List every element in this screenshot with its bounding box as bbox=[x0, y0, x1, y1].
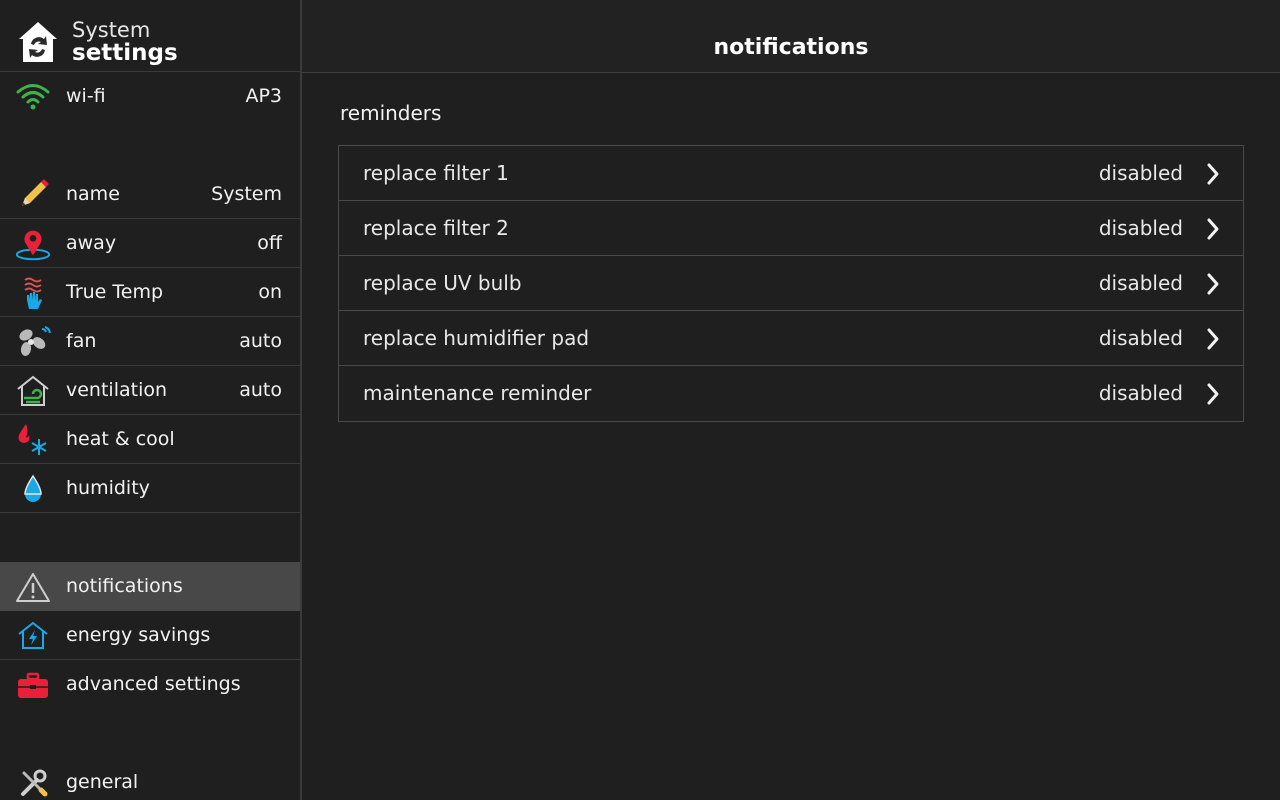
sidebar-item-value: System bbox=[211, 183, 282, 205]
toolbox-icon bbox=[14, 668, 52, 702]
section-title: reminders bbox=[340, 101, 442, 125]
sidebar-item-value: on bbox=[258, 281, 282, 303]
sidebar-item-name[interactable]: name System bbox=[0, 170, 300, 219]
sidebar-item-label: humidity bbox=[66, 477, 150, 499]
sidebar-item-ventilation[interactable]: ventilation auto bbox=[0, 366, 300, 415]
sidebar-item-label: True Temp bbox=[66, 281, 164, 303]
chevron-right-icon bbox=[1207, 273, 1219, 295]
tools-icon bbox=[14, 766, 52, 800]
sidebar-item-wifi[interactable]: wi-fi AP3 bbox=[0, 72, 300, 121]
sidebar-item-value: auto bbox=[239, 379, 282, 401]
chevron-right-icon bbox=[1207, 383, 1219, 405]
sidebar-item-label: fan bbox=[66, 330, 97, 352]
sidebar-item-label: energy savings bbox=[66, 624, 211, 646]
house-bolt-icon bbox=[14, 619, 52, 653]
fan-icon bbox=[14, 325, 52, 359]
sidebar-item-label: name bbox=[66, 183, 120, 205]
main-panel: notifications reminders replace filter 1… bbox=[302, 0, 1280, 800]
sidebar: System settings wi-fi AP3 name System aw… bbox=[0, 0, 300, 800]
sidebar-item-value: off bbox=[257, 232, 282, 254]
sidebar-item-value: AP3 bbox=[245, 85, 282, 107]
sidebar-item-humidity[interactable]: humidity bbox=[0, 464, 300, 513]
reminders-list: replace filter 1 disabled replace filter… bbox=[338, 145, 1244, 422]
pencil-icon bbox=[14, 178, 52, 212]
reminder-label: replace filter 1 bbox=[363, 161, 509, 185]
reminder-status: disabled bbox=[1098, 271, 1183, 295]
hand-heat-icon bbox=[14, 276, 52, 310]
sidebar-item-label: away bbox=[66, 232, 117, 254]
water-drop-icon bbox=[14, 472, 52, 506]
chevron-right-icon bbox=[1207, 163, 1219, 185]
sidebar-item-notifications[interactable]: notifications bbox=[0, 562, 300, 611]
wifi-icon bbox=[14, 80, 52, 114]
sidebar-item-energy-savings[interactable]: energy savings bbox=[0, 611, 300, 660]
sidebar-item-label: wi-fi bbox=[66, 85, 106, 107]
chevron-right-icon bbox=[1207, 328, 1219, 350]
reminder-label: replace UV bulb bbox=[363, 271, 522, 295]
sidebar-item-truetemp[interactable]: True Temp on bbox=[0, 268, 300, 317]
reminder-row-filter-2[interactable]: replace filter 2 disabled bbox=[339, 201, 1243, 256]
sidebar-item-label: heat & cool bbox=[66, 428, 175, 450]
sidebar-item-away[interactable]: away off bbox=[0, 219, 300, 268]
reminder-row-filter-1[interactable]: replace filter 1 disabled bbox=[339, 146, 1243, 201]
sidebar-item-value: auto bbox=[239, 330, 282, 352]
reminder-label: replace filter 2 bbox=[363, 216, 509, 240]
reminder-row-humidifier-pad[interactable]: replace humidifier pad disabled bbox=[339, 311, 1243, 366]
sidebar-item-label: ventilation bbox=[66, 379, 168, 401]
sidebar-item-advanced-settings[interactable]: advanced settings bbox=[0, 660, 300, 709]
brand-header: System settings bbox=[0, 0, 300, 72]
reminder-row-uv-bulb[interactable]: replace UV bulb disabled bbox=[339, 256, 1243, 311]
chevron-right-icon bbox=[1207, 218, 1219, 240]
reminder-status: disabled bbox=[1098, 216, 1183, 240]
sidebar-item-heat-cool[interactable]: heat & cool bbox=[0, 415, 300, 464]
house-sync-icon bbox=[19, 22, 57, 62]
reminder-label: replace humidifier pad bbox=[363, 326, 590, 350]
warning-triangle-icon bbox=[14, 570, 52, 604]
reminder-status: disabled bbox=[1098, 381, 1183, 405]
sidebar-item-label: general bbox=[66, 771, 139, 793]
sidebar-item-fan[interactable]: fan auto bbox=[0, 317, 300, 366]
sidebar-item-general[interactable]: general bbox=[0, 758, 300, 800]
flame-snowflake-icon bbox=[14, 423, 52, 457]
page-title: notifications bbox=[713, 35, 869, 60]
page-header: notifications bbox=[302, 0, 1280, 73]
location-pin-icon bbox=[14, 227, 52, 261]
reminder-label: maintenance reminder bbox=[363, 381, 592, 405]
sidebar-item-label: notifications bbox=[66, 575, 183, 597]
sidebar-item-label: advanced settings bbox=[66, 673, 241, 695]
reminder-status: disabled bbox=[1098, 161, 1183, 185]
reminder-row-maintenance[interactable]: maintenance reminder disabled bbox=[339, 366, 1243, 421]
brand-subtitle: settings bbox=[72, 40, 178, 66]
ventilation-house-icon bbox=[14, 374, 52, 408]
reminder-status: disabled bbox=[1098, 326, 1183, 350]
